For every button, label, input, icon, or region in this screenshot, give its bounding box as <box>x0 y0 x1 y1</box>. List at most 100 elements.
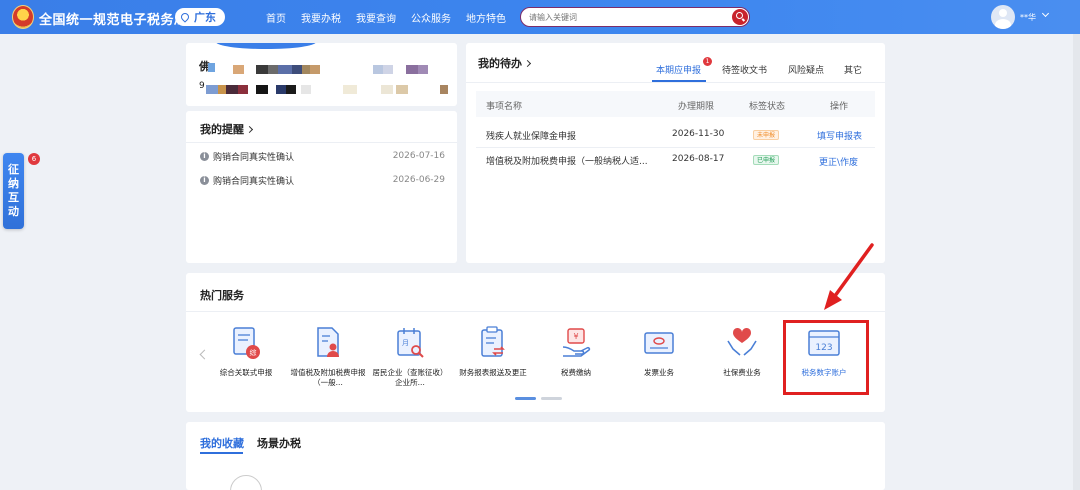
redacted-block <box>226 85 238 94</box>
redacted-block <box>206 85 218 94</box>
service-item[interactable]: 增值税及附加税费申报（一般... <box>287 325 369 388</box>
redacted-block <box>218 85 226 94</box>
document-tax-icon: 综 <box>229 325 263 361</box>
service-label: 居民企业（查账征收）企业所... <box>372 368 448 387</box>
notification-badge: 6 <box>28 153 40 165</box>
table-header: 事项名称 办理期限 标签状态 操作 <box>476 91 875 117</box>
fill-declaration-link[interactable]: 填写申报表 <box>817 129 862 142</box>
service-label: 综合关联式申报 <box>219 368 273 377</box>
invoice-icon <box>642 325 676 361</box>
service-item[interactable]: 财务报表报送及更正 <box>452 325 534 378</box>
redacted-block <box>381 85 393 94</box>
username[interactable]: **华 <box>1020 12 1036 23</box>
divider <box>186 311 885 312</box>
redacted-block <box>286 85 296 94</box>
column-header: 事项名称 <box>486 102 523 112</box>
nav-handle-tax[interactable]: 我要办税 <box>301 10 341 25</box>
redacted-block <box>406 65 418 74</box>
hot-services-card: 热门服务 综 综合关联式申报 增值税及附加税费申报（一般... 月 居民企业（查… <box>186 273 885 412</box>
redacted-block <box>343 85 357 94</box>
tab-badge: 1 <box>703 57 712 66</box>
carousel-dot[interactable] <box>515 397 536 400</box>
widget-char: 征 <box>8 163 19 176</box>
redacted-block <box>276 85 286 94</box>
reminder-card: 我的提醒 i 购销合同真实性确认 2026-07-16 i 购销合同真实性确认 … <box>186 111 457 263</box>
search-icon[interactable] <box>732 9 748 25</box>
nav-home[interactable]: 首页 <box>266 10 286 25</box>
reminder-date: 2026-06-29 <box>392 175 445 185</box>
redacted-block <box>373 65 383 74</box>
divider <box>476 147 875 148</box>
info-icon: i <box>200 175 209 185</box>
chevron-right-icon <box>523 59 532 68</box>
taxpayer-id: 9 <box>199 81 205 91</box>
redacted-block <box>233 65 244 74</box>
tax-interaction-widget[interactable]: 征 纳 互 动 <box>3 153 24 229</box>
search-input[interactable] <box>529 12 719 22</box>
reminder-title[interactable]: 我的提醒 <box>200 121 254 137</box>
tab-risk-doubts[interactable]: 风险疑点 <box>788 63 824 76</box>
reminder-text: 购销合同真实性确认 <box>213 152 295 163</box>
correct-void-link[interactable]: 更正\作废 <box>819 155 858 168</box>
service-label: 财务报表报送及更正 <box>459 368 527 377</box>
service-item[interactable]: 社保费业务 <box>701 325 783 378</box>
hands-heart-icon <box>725 325 759 361</box>
todo-title-text: 我的待办 <box>478 57 522 70</box>
reminder-date: 2026-07-16 <box>392 151 445 161</box>
redacted-block <box>418 65 428 74</box>
redacted-block <box>256 65 268 74</box>
service-item[interactable]: 发票业务 <box>618 325 700 378</box>
carousel-dots <box>515 397 562 400</box>
nav-public-service[interactable]: 公众服务 <box>411 10 451 25</box>
add-favorite-icon[interactable] <box>230 475 262 490</box>
redacted-block <box>292 65 302 74</box>
divider <box>186 142 457 143</box>
column-header: 标签状态 <box>749 102 786 112</box>
reminder-item[interactable]: i 购销合同真实性确认 2026-07-16 <box>200 149 445 163</box>
status-badge: 已申报 <box>753 155 780 165</box>
region-label: 广东 <box>194 11 216 24</box>
nav-local-features[interactable]: 地方特色 <box>466 10 506 25</box>
reminder-item[interactable]: i 购销合同真实性确认 2026-06-29 <box>200 173 445 187</box>
svg-text:月: 月 <box>402 339 409 347</box>
widget-char: 纳 <box>8 177 19 190</box>
chevron-down-icon[interactable] <box>1041 9 1050 18</box>
region-selector[interactable]: 广东 <box>175 8 225 26</box>
svg-text:¥: ¥ <box>573 332 578 341</box>
widget-char: 互 <box>8 191 19 204</box>
item-name: 增值税及附加税费申报（一般纳税人适... <box>486 157 648 167</box>
service-label: 增值税及附加税费申报（一般... <box>290 368 366 387</box>
tab-current-declaration[interactable]: 本期应申报 <box>656 63 701 76</box>
active-tab-indicator <box>200 452 243 454</box>
divider <box>466 82 885 83</box>
carousel-dot[interactable] <box>541 397 562 400</box>
tab-documents-to-sign[interactable]: 待签收文书 <box>722 63 767 76</box>
profile-decoration <box>216 43 316 49</box>
document-person-icon <box>311 325 345 361</box>
widget-char: 动 <box>8 205 19 218</box>
service-item[interactable]: 月 居民企业（查账征收）企业所... <box>369 325 451 388</box>
scrollbar[interactable] <box>1073 34 1080 490</box>
tax-emblem-icon <box>12 5 34 29</box>
todo-title[interactable]: 我的待办 <box>478 55 532 71</box>
tab-scenario-tax[interactable]: 场景办税 <box>257 435 301 451</box>
user-avatar[interactable] <box>991 5 1015 29</box>
info-icon: i <box>200 151 209 161</box>
redacted-block <box>396 85 408 94</box>
service-item[interactable]: ¥ 税费缴纳 <box>535 325 617 378</box>
site-title[interactable]: 全国统一规范电子税务局 <box>39 9 188 28</box>
hand-payment-icon: ¥ <box>559 325 593 361</box>
search-box <box>520 7 750 27</box>
tab-other[interactable]: 其它 <box>844 63 862 76</box>
nav-query[interactable]: 我要查询 <box>356 10 396 25</box>
taxpayer-profile-card: 佛 9 <box>186 43 457 106</box>
redacted-block <box>278 65 292 74</box>
tab-my-favorites[interactable]: 我的收藏 <box>200 435 244 451</box>
reminder-text: 购销合同真实性确认 <box>213 176 295 187</box>
todo-card: 我的待办 本期应申报 1 待签收文书 风险疑点 其它 事项名称 办理期限 标签状… <box>466 43 885 263</box>
item-deadline: 2026-08-17 <box>672 154 725 164</box>
service-label: 发票业务 <box>644 368 674 377</box>
redacted-block <box>302 65 310 74</box>
service-item[interactable]: 综 综合关联式申报 <box>205 325 287 378</box>
service-label: 社保费业务 <box>723 368 761 377</box>
